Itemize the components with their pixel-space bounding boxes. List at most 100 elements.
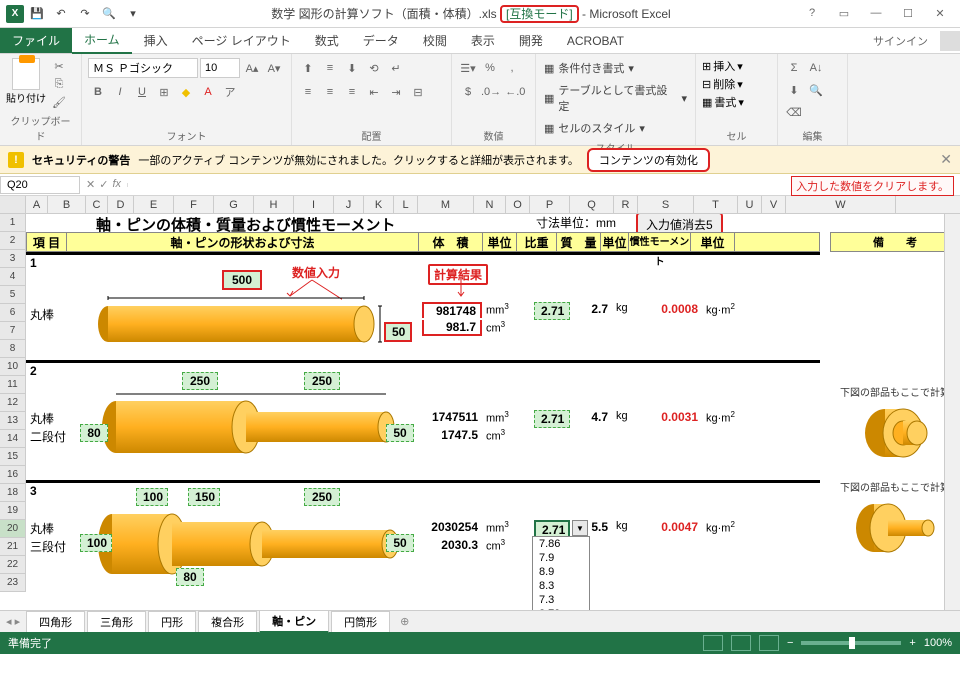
indent-inc-icon[interactable]: ⇥ — [386, 82, 406, 102]
number-format-icon[interactable]: ☰▾ — [458, 58, 478, 78]
col-Q[interactable]: Q — [570, 196, 614, 213]
cancel-formula-icon[interactable]: ✕ — [86, 178, 95, 191]
insert-cells-button[interactable]: ⊞ 挿入 ▾ — [702, 58, 743, 74]
input-dia3c[interactable]: 50 — [386, 534, 414, 552]
tab-nav-buttons[interactable]: ◂ ▸ — [0, 615, 26, 628]
font-size-select[interactable] — [200, 58, 240, 78]
col-H[interactable]: H — [254, 196, 294, 213]
row-11[interactable]: 11 — [0, 376, 26, 394]
save-icon[interactable]: 💾 — [26, 3, 48, 25]
row-16[interactable]: 16 — [0, 466, 26, 484]
col-U[interactable]: U — [738, 196, 762, 213]
sort-filter-icon[interactable]: A↓ — [806, 58, 826, 78]
zoom-slider[interactable] — [801, 641, 901, 645]
dd-opt-3[interactable]: 8.3 — [533, 579, 589, 593]
border-button[interactable]: ⊞ — [154, 82, 174, 102]
col-M[interactable]: M — [418, 196, 474, 213]
italic-button[interactable]: I — [110, 82, 130, 102]
row-2[interactable]: 2 — [0, 232, 26, 250]
zoom-in-icon[interactable]: + — [909, 637, 915, 649]
fill-icon[interactable]: ⬇ — [784, 80, 804, 100]
input-len3b[interactable]: 150 — [188, 488, 220, 506]
col-D[interactable]: D — [108, 196, 134, 213]
dd-opt-0[interactable]: 7.86 — [533, 537, 589, 551]
tab-data[interactable]: データ — [351, 28, 411, 53]
row-4[interactable]: 4 — [0, 268, 26, 286]
input-dia3a[interactable]: 100 — [80, 534, 112, 552]
input-len2b[interactable]: 250 — [304, 372, 340, 390]
fill-color-button[interactable]: ◆ — [176, 82, 196, 102]
font-color-button[interactable]: A — [198, 82, 218, 102]
col-N[interactable]: N — [474, 196, 506, 213]
increase-font-icon[interactable]: A▴ — [242, 58, 262, 78]
sheet-tab-shaftpin[interactable]: 軸・ピン — [259, 610, 329, 633]
tab-formulas[interactable]: 数式 — [303, 28, 351, 53]
format-painter-icon[interactable]: 🖌 — [50, 94, 68, 110]
dd-opt-4[interactable]: 7.3 — [533, 593, 589, 607]
col-A[interactable]: A — [26, 196, 48, 213]
dd-opt-5[interactable]: 2.79 — [533, 607, 589, 610]
zoom-out-icon[interactable]: − — [787, 637, 793, 649]
input-dia2b[interactable]: 50 — [386, 424, 414, 442]
decrease-font-icon[interactable]: A▾ — [264, 58, 284, 78]
input-dia3b[interactable]: 80 — [176, 568, 204, 586]
percent-icon[interactable]: % — [480, 58, 500, 78]
paste-button[interactable]: 貼り付け — [6, 58, 46, 105]
col-W[interactable]: W — [786, 196, 896, 213]
col-V[interactable]: V — [762, 196, 786, 213]
orientation-icon[interactable]: ⟲ — [364, 58, 384, 78]
align-center-icon[interactable]: ≡ — [320, 82, 340, 102]
align-middle-icon[interactable]: ≡ — [320, 58, 340, 78]
col-E[interactable]: E — [134, 196, 174, 213]
col-G[interactable]: G — [214, 196, 254, 213]
font-name-select[interactable] — [88, 58, 198, 78]
underline-button[interactable]: U — [132, 82, 152, 102]
ribbon-opts-icon[interactable]: ▭ — [832, 7, 856, 20]
sheet-tab-circle[interactable]: 円形 — [148, 611, 196, 632]
col-J[interactable]: J — [334, 196, 364, 213]
row-1[interactable]: 1 — [0, 214, 26, 232]
dd-opt-2[interactable]: 8.9 — [533, 565, 589, 579]
align-top-icon[interactable]: ⬆ — [298, 58, 318, 78]
copy-icon[interactable]: ⎘ — [50, 76, 68, 92]
cells-area[interactable]: 軸・ピンの体積・質量および慣性モーメント 寸法単位：mm 入力値消去5 項 目 … — [26, 214, 960, 592]
enter-formula-icon[interactable]: ✓ — [99, 178, 108, 191]
align-left-icon[interactable]: ≡ — [298, 82, 318, 102]
name-box[interactable] — [0, 176, 80, 194]
row-6[interactable]: 6 — [0, 304, 26, 322]
phonetic-button[interactable]: ア — [220, 82, 240, 102]
row-10[interactable]: 10 — [0, 358, 26, 376]
col-I[interactable]: I — [294, 196, 334, 213]
user-avatar-icon[interactable] — [940, 31, 960, 51]
currency-icon[interactable]: $ — [458, 82, 478, 102]
security-close-icon[interactable]: ✕ — [940, 151, 952, 168]
fx-icon[interactable]: fx — [112, 178, 121, 191]
minimize-icon[interactable]: — — [864, 7, 888, 20]
col-L[interactable]: L — [394, 196, 418, 213]
input-length-1[interactable]: 500 — [222, 270, 262, 290]
tab-review[interactable]: 校閲 — [411, 28, 459, 53]
tab-developer[interactable]: 開発 — [507, 28, 555, 53]
density-2[interactable]: 2.71 — [534, 410, 570, 428]
align-right-icon[interactable]: ≡ — [342, 82, 362, 102]
undo-icon[interactable]: ↶ — [50, 3, 72, 25]
dec-dec-icon[interactable]: ←.0 — [504, 82, 526, 102]
input-len2a[interactable]: 250 — [182, 372, 218, 390]
print-preview-icon[interactable]: 🔍 — [98, 3, 120, 25]
col-O[interactable]: O — [506, 196, 530, 213]
select-all-corner[interactable] — [0, 196, 26, 213]
row-22[interactable]: 22 — [0, 556, 26, 574]
col-P[interactable]: P — [530, 196, 570, 213]
row-15[interactable]: 15 — [0, 448, 26, 466]
tab-insert[interactable]: 挿入 — [132, 28, 180, 53]
col-S[interactable]: S — [638, 196, 694, 213]
tab-file[interactable]: ファイル — [0, 28, 72, 53]
tab-home[interactable]: ホーム — [72, 27, 132, 54]
tab-acrobat[interactable]: ACROBAT — [555, 30, 636, 52]
wrap-text-icon[interactable]: ↵ — [386, 58, 406, 78]
input-len3c[interactable]: 250 — [304, 488, 340, 506]
row-13[interactable]: 13 — [0, 412, 26, 430]
zoom-value[interactable]: 100% — [924, 637, 952, 649]
worksheet-grid[interactable]: 1 2 3 4 5 6 7 8 10 11 12 13 14 15 16 18 … — [0, 214, 960, 610]
cut-icon[interactable]: ✂ — [50, 58, 68, 74]
